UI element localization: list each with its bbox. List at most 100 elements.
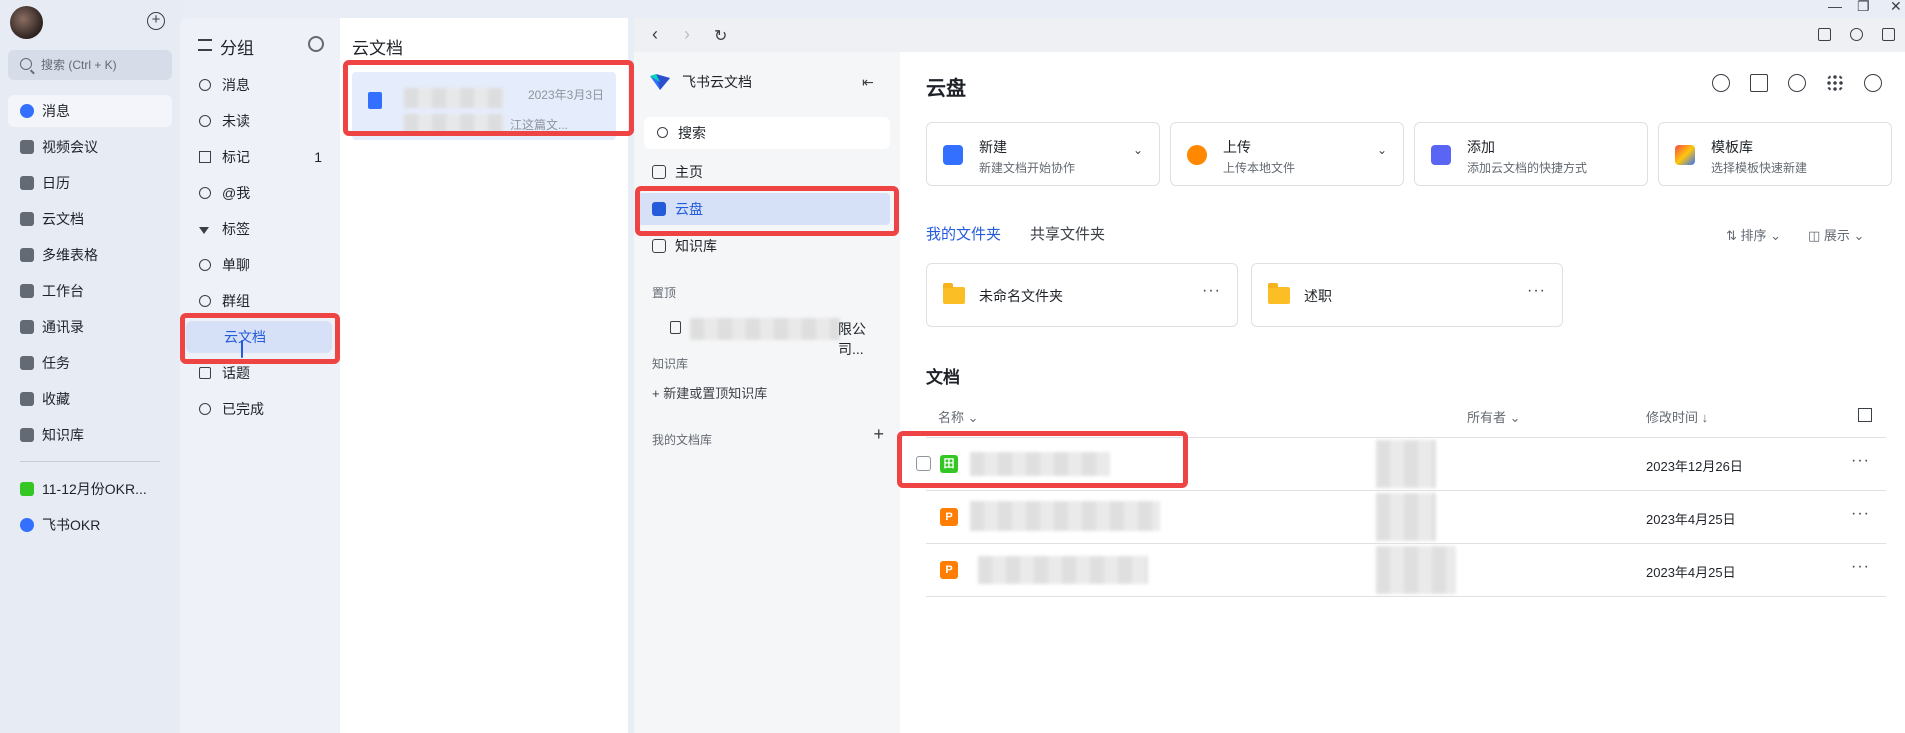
forward-icon[interactable]: › bbox=[684, 24, 690, 45]
more-icon[interactable]: ··· bbox=[1202, 282, 1221, 300]
sort-button[interactable]: ⇅ 排序 ⌄ bbox=[1726, 225, 1781, 244]
minimize-icon[interactable]: — bbox=[1828, 0, 1842, 14]
rail-pinned-okr-sheet[interactable]: 11-12月份OKR... bbox=[8, 473, 172, 505]
new-doc-button[interactable]: 新建 新建文档开始协作 ⌄ bbox=[926, 122, 1160, 186]
rail-item-contacts[interactable]: 通讯录 bbox=[8, 311, 172, 343]
grid-apps-icon[interactable] bbox=[1826, 74, 1844, 92]
rail-item-messages[interactable]: 消息 bbox=[8, 95, 172, 127]
folder-card[interactable]: 述职 ··· bbox=[1251, 263, 1563, 327]
window-icon[interactable] bbox=[1818, 28, 1831, 41]
tab-shared-folders[interactable]: 共享文件夹 bbox=[1030, 223, 1105, 244]
lark-docs-logo-icon bbox=[650, 74, 670, 90]
template-icon bbox=[1675, 145, 1695, 165]
group-item-direct[interactable]: 单聊 bbox=[180, 247, 340, 283]
chevron-down-icon[interactable]: ⌄ bbox=[1377, 143, 1387, 157]
rail-item-tasks[interactable]: 任务 bbox=[8, 347, 172, 379]
message-icon bbox=[20, 104, 34, 118]
group-item-flagged[interactable]: 标记 1 bbox=[180, 139, 340, 175]
group-item-label: @我 bbox=[222, 185, 251, 201]
search-icon[interactable] bbox=[1712, 74, 1730, 92]
add-library-icon[interactable]: + bbox=[873, 424, 884, 445]
add-icon[interactable]: + bbox=[147, 12, 165, 30]
new-window-icon[interactable] bbox=[1882, 28, 1895, 41]
col-name[interactable]: 名称 ⌄ bbox=[938, 407, 979, 426]
group-item-done[interactable]: 已完成 bbox=[180, 391, 340, 427]
rail-item-base[interactable]: 多维表格 bbox=[8, 239, 172, 271]
docs-search-input[interactable]: 搜索 bbox=[644, 117, 890, 149]
new-wiki-label: 新建或置顶知识库 bbox=[663, 386, 768, 401]
groups-title: 分组 bbox=[220, 39, 254, 58]
chevron-down-icon[interactable]: ⌄ bbox=[1133, 143, 1143, 157]
contacts-icon bbox=[20, 320, 34, 334]
avatar[interactable] bbox=[10, 6, 43, 39]
group-item-unread[interactable]: 未读 bbox=[180, 103, 340, 139]
view-label: 展示 bbox=[1823, 228, 1850, 243]
action-title: 模板库 bbox=[1711, 139, 1753, 155]
rail-item-wiki[interactable]: 知识库 bbox=[8, 419, 172, 451]
link-icon[interactable] bbox=[1850, 28, 1863, 41]
close-icon[interactable]: ✕ bbox=[1890, 0, 1902, 15]
group-item-label: 已完成 bbox=[222, 401, 264, 417]
add-shortcut-button[interactable]: 添加 添加云文档的快捷方式 bbox=[1414, 122, 1648, 186]
pinned-doc-item[interactable]: 限公司... bbox=[670, 316, 890, 357]
bulb-icon[interactable] bbox=[1788, 74, 1806, 92]
search-placeholder: 搜索 (Ctrl + K) bbox=[41, 58, 117, 72]
table-row[interactable]: P 2023年4月25日 ··· bbox=[926, 491, 1886, 543]
view-button[interactable]: ◫ 展示 ⌄ bbox=[1808, 225, 1864, 244]
gear-icon[interactable] bbox=[1864, 74, 1882, 92]
rail-pinned-okr-app[interactable]: 飞书OKR bbox=[8, 509, 172, 541]
group-item-label: 群组 bbox=[222, 293, 250, 309]
brand-name: 飞书云文档 bbox=[682, 74, 752, 90]
rail-item-label: 飞书OKR bbox=[42, 517, 101, 533]
group-item-messages[interactable]: 消息 bbox=[180, 67, 340, 103]
nav-label: 主页 bbox=[675, 164, 703, 180]
global-search-input[interactable]: 搜索 (Ctrl + K) bbox=[8, 50, 172, 80]
rail-item-favorites[interactable]: 收藏 bbox=[8, 383, 172, 415]
folder-icon bbox=[1268, 283, 1290, 304]
table-row[interactable]: P 2023年4月25日 ··· bbox=[926, 544, 1886, 596]
nav-label: 知识库 bbox=[675, 238, 717, 254]
more-icon[interactable]: ··· bbox=[1851, 452, 1870, 470]
row-modified: 2023年4月25日 bbox=[1646, 565, 1736, 580]
rail-item-video[interactable]: 视频会议 bbox=[8, 131, 172, 163]
group-item-label: 话题 bbox=[222, 365, 250, 381]
message-icon bbox=[199, 79, 211, 91]
search-icon bbox=[657, 127, 668, 138]
list-icon bbox=[198, 39, 212, 51]
more-icon[interactable]: ··· bbox=[1851, 505, 1870, 523]
more-icon[interactable]: ··· bbox=[1527, 282, 1546, 300]
group-item-label: 标记 bbox=[222, 149, 250, 165]
template-library-button[interactable]: 模板库 选择模板快速新建 bbox=[1658, 122, 1892, 186]
okr-icon bbox=[20, 518, 34, 532]
nav-home[interactable]: 主页 bbox=[638, 156, 890, 188]
rail-item-workplace[interactable]: 工作台 bbox=[8, 275, 172, 307]
tab-my-folders[interactable]: 我的文件夹 bbox=[926, 223, 1001, 244]
col-owner[interactable]: 所有者 ⌄ bbox=[1467, 407, 1521, 426]
action-title: 新建 bbox=[979, 139, 1007, 155]
group-item-labels[interactable]: 标签 bbox=[180, 211, 340, 247]
grid-view-icon[interactable] bbox=[1858, 408, 1872, 422]
back-icon[interactable]: ‹ bbox=[652, 24, 658, 45]
upload-cloud-icon bbox=[1187, 145, 1207, 165]
rail-item-calendar[interactable]: 日历 bbox=[8, 167, 172, 199]
maximize-icon[interactable]: ❐ bbox=[1857, 0, 1870, 15]
rail-divider bbox=[20, 461, 160, 462]
rail-item-label: 通讯录 bbox=[42, 319, 84, 335]
rail-item-docs[interactable]: 云文档 bbox=[8, 203, 172, 235]
share-graph-icon[interactable] bbox=[1750, 74, 1768, 92]
gear-icon[interactable] bbox=[308, 36, 324, 52]
group-item-mentions[interactable]: @我 bbox=[180, 175, 340, 211]
rail-item-label: 知识库 bbox=[42, 427, 84, 443]
folder-name: 未命名文件夹 bbox=[979, 288, 1063, 304]
collapse-sidebar-icon[interactable]: ⇤ bbox=[862, 74, 874, 91]
new-wiki-button[interactable]: + 新建或置顶知识库 bbox=[652, 383, 767, 402]
col-modified[interactable]: 修改时间 ↓ bbox=[1646, 407, 1708, 426]
upload-button[interactable]: 上传 上传本地文件 ⌄ bbox=[1170, 122, 1404, 186]
at-icon bbox=[199, 187, 211, 199]
group-icon bbox=[199, 295, 211, 307]
more-icon[interactable]: ··· bbox=[1851, 558, 1870, 576]
action-subtitle: 上传本地文件 bbox=[1223, 161, 1296, 175]
caret-down-icon bbox=[199, 227, 209, 234]
refresh-icon[interactable]: ↻ bbox=[714, 26, 727, 46]
folder-card[interactable]: 未命名文件夹 ··· bbox=[926, 263, 1238, 327]
